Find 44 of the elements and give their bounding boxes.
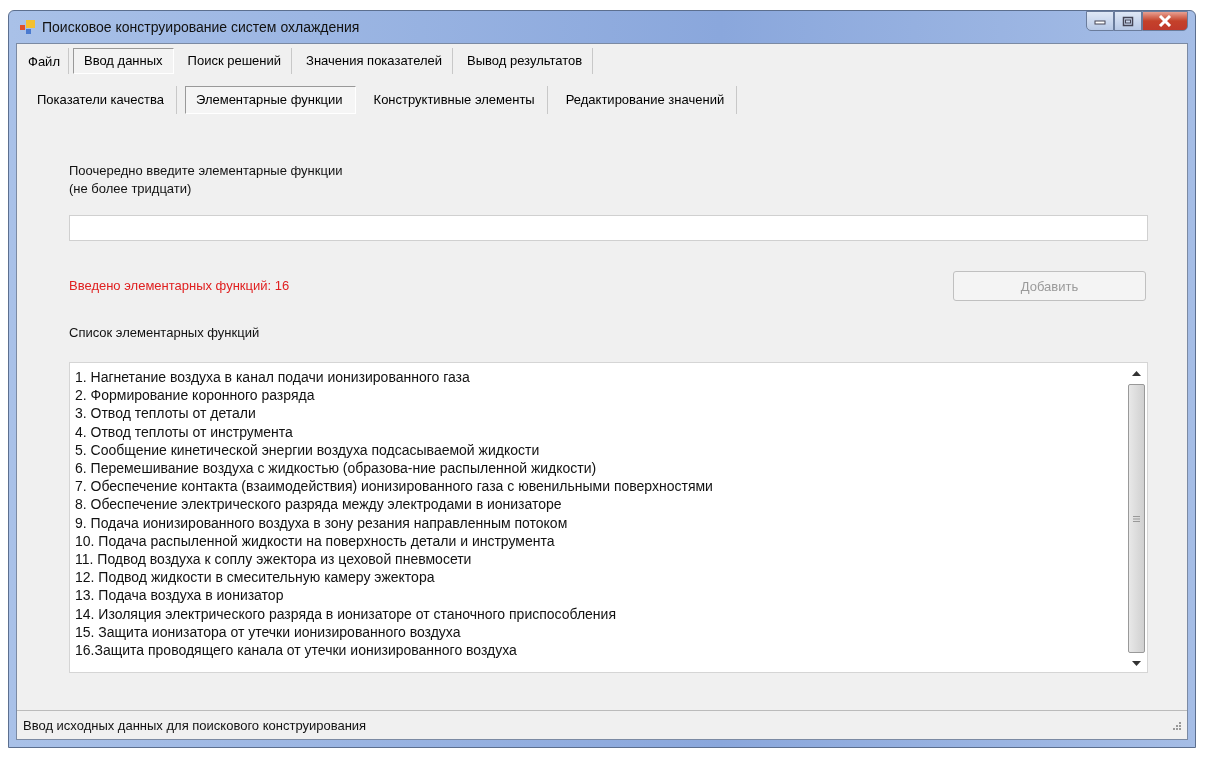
list-item[interactable]: 9. Подача ионизированного воздуха в зону резания направленным потоком: [75, 513, 1122, 532]
sub-tab[interactable]: Элементарные функции: [184, 86, 356, 114]
sub-tab[interactable]: Показатели качества: [27, 86, 177, 114]
list-item[interactable]: 3. Отвод теплоты от детали: [75, 404, 1122, 423]
list-item[interactable]: 8. Обеспечение электрического разряда между электродами в ионизаторе: [75, 495, 1122, 514]
menu-tab[interactable]: Вывод результатов: [457, 48, 594, 74]
list-item[interactable]: 16.Защита проводящего канала от утечки ионизированного воздуха: [75, 641, 1122, 660]
menu-tab[interactable]: Поиск решений: [177, 48, 293, 74]
list-item[interactable]: 10. Подача распыленной жидкости на поверхность детали и инструмента: [75, 531, 1122, 551]
list-item[interactable]: 14. Изоляция электрического разряда в ионизаторе от станочного приспособления: [75, 604, 1122, 623]
menu-item[interactable]: Файл: [20, 48, 69, 74]
sub-tab[interactable]: Конструктивные элементы: [363, 86, 548, 114]
menu-tab[interactable]: Ввод данных: [72, 48, 174, 74]
status-text: Ввод исходных данных для поискового конструирования: [23, 717, 367, 733]
prompt-text: Поочередно введите элементарные функции: [69, 162, 343, 180]
menu-tab[interactable]: Значения показателей: [296, 48, 454, 74]
list-item[interactable]: 4. Отвод теплоты от инструмента: [75, 422, 1122, 441]
scroll-up-icon[interactable]: [1131, 371, 1141, 376]
list-item[interactable]: 15. Защита ионизатора от утечки ионизированного воздуха: [75, 622, 1122, 642]
close-icon: [1158, 15, 1172, 27]
list-item[interactable]: 7. Обеспечение контакта (взаимодействия) ионизированного газа с ювенильными поверхностями: [75, 477, 1122, 496]
count-label: Введено элементарных функций: 16: [69, 278, 290, 293]
list-item[interactable]: 6. Перемешивание воздуха с жидкостью (образова-ние распыленной жидкости): [75, 459, 1122, 478]
maximize-button[interactable]: [1114, 11, 1142, 31]
app-icon: [20, 20, 36, 34]
window-title: Поисковое конструирование систем охлаждения: [42, 19, 360, 35]
list-item[interactable]: 1. Нагнетание воздуха в канал подачи ионизированного газа: [75, 368, 1122, 387]
resize-grip-icon: [1171, 720, 1181, 730]
minimize-button[interactable]: [1086, 11, 1114, 31]
list-item[interactable]: 12. Подвод жидкости в смесительную камеру эжектора: [75, 568, 1122, 587]
input-field[interactable]: [69, 215, 1148, 241]
function-list[interactable]: [69, 362, 1148, 673]
prompt-note: (не более тридцати): [69, 180, 192, 198]
close-button[interactable]: [1142, 11, 1188, 31]
scroll-down-icon[interactable]: [1131, 661, 1141, 666]
list-label: Список элементарных функций: [69, 325, 260, 340]
sub-tab[interactable]: Редактирование значений: [555, 86, 738, 114]
list-item[interactable]: 13. Подача воздуха в ионизатор: [75, 586, 1122, 605]
maximize-icon: [1122, 15, 1134, 27]
list-item[interactable]: 11. Подвод воздуха к соплу эжектора из цеховой пневмосети: [75, 550, 1122, 569]
grip-icon: [1132, 515, 1140, 522]
list-item[interactable]: 5. Сообщение кинетической энергии воздуха подсасываемой жидкости: [75, 440, 1122, 459]
minimize-icon: [1094, 17, 1106, 25]
list-item[interactable]: 2. Формирование коронного разряда: [75, 386, 1122, 405]
